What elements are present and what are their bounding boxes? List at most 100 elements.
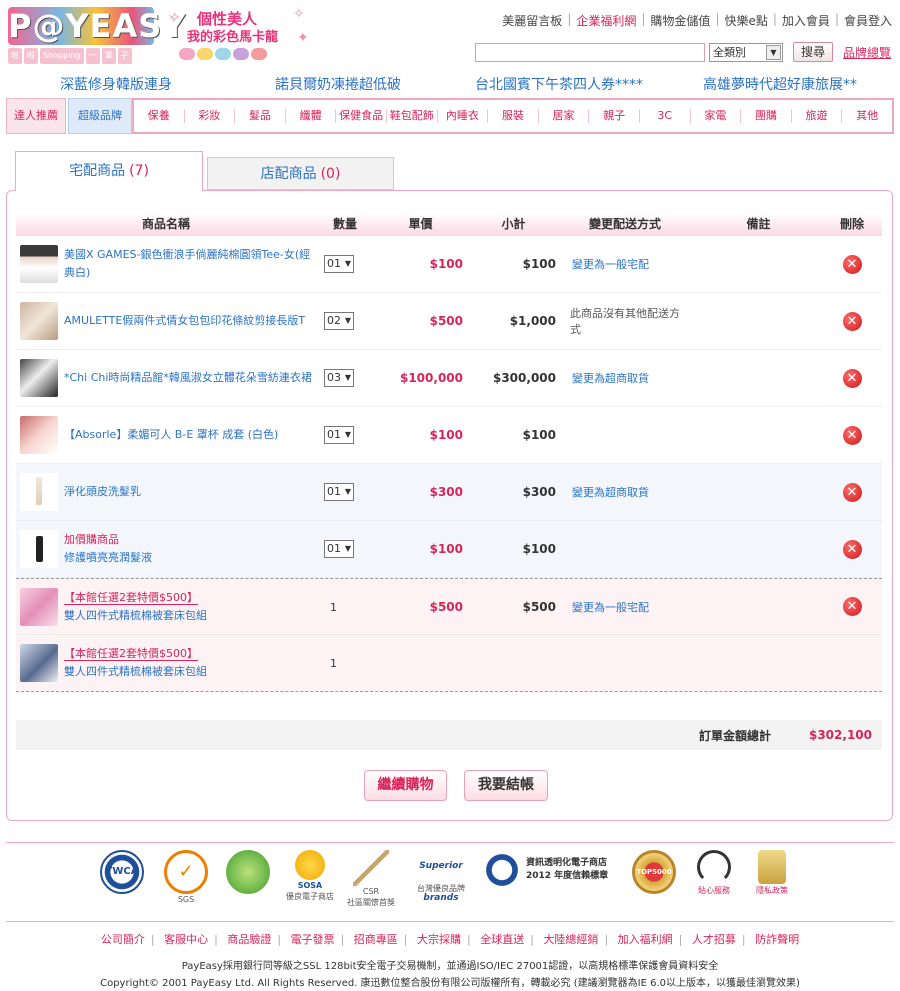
delete-icon[interactable]: ✕ xyxy=(842,368,862,388)
delete-icon[interactable]: ✕ xyxy=(842,311,862,331)
delete-icon[interactable]: ✕ xyxy=(842,254,862,274)
nav-category[interactable]: 保養 xyxy=(134,109,185,123)
link-member-login[interactable]: 會員登入 xyxy=(844,12,892,29)
bundle-promo-link[interactable]: 【本館任選2套特價$500】 xyxy=(64,647,198,661)
nav-category[interactable]: 保健食品 xyxy=(336,109,387,123)
separator: | xyxy=(530,933,534,946)
nav-category[interactable]: 團購 xyxy=(741,109,792,123)
quantity-select[interactable]: 01 ▼ xyxy=(324,255,354,273)
change-delivery-link[interactable]: 變更為超商取貨 xyxy=(560,484,690,500)
brand-overview-link[interactable]: 品牌總覽 xyxy=(843,44,891,61)
footer-link[interactable]: 大宗採購 xyxy=(417,933,461,946)
product-thumbnail[interactable] xyxy=(20,644,58,682)
bundle-promo-link[interactable]: 【本館任選2套特價$500】 xyxy=(64,590,198,605)
promo-banner[interactable]: ✧ ✧ ✦ 個性美人 我的彩色馬卡龍 xyxy=(165,4,315,66)
search-button[interactable]: 搜尋 xyxy=(793,42,834,62)
link-join-member[interactable]: 加入會員 xyxy=(782,12,830,29)
nav-category[interactable]: 內睡衣 xyxy=(438,109,489,123)
ticker-item[interactable]: 高雄夢時代超好康旅展** xyxy=(703,74,857,94)
change-delivery-link[interactable]: 變更為一般宅配 xyxy=(560,599,690,615)
change-delivery-link[interactable]: 變更為一般宅配 xyxy=(560,256,690,272)
link-happy-points[interactable]: 快樂e點 xyxy=(724,12,767,29)
nav-category[interactable]: 鞋包配飾 xyxy=(387,109,438,123)
product-name-link[interactable]: 雙人四件式精梳棉被套床包組 xyxy=(64,609,207,622)
delete-icon[interactable]: ✕ xyxy=(842,482,862,502)
product-thumbnail[interactable] xyxy=(20,587,58,626)
service-badge[interactable]: 貼心服務 xyxy=(688,850,740,896)
delete-icon[interactable]: ✕ xyxy=(842,597,862,616)
link-message-board[interactable]: 美麗留言板 xyxy=(502,12,562,29)
nav-category[interactable]: 纖體 xyxy=(286,109,337,123)
tab-home-delivery[interactable]: 宅配商品 (7) xyxy=(15,151,203,191)
footer-link[interactable]: 電子發票 xyxy=(291,933,335,946)
category-select[interactable]: 全類別 ▼ xyxy=(709,42,783,62)
link-shopping-credit[interactable]: 購物金儲值 xyxy=(650,12,710,29)
ticker-item[interactable]: 台北國賓下午茶四人券**** xyxy=(475,74,643,94)
nav-super-brand[interactable]: 超級品牌 xyxy=(68,98,132,134)
nav-category[interactable]: 居家 xyxy=(539,109,590,123)
tab-store-pickup[interactable]: 店配商品 (0) xyxy=(207,157,394,190)
product-thumbnail[interactable] xyxy=(20,245,58,283)
subtotal: $100 xyxy=(522,428,556,442)
change-delivery-link[interactable]: 變更為超商取貨 xyxy=(560,370,690,386)
quantity-select[interactable]: 01 ▼ xyxy=(324,540,354,558)
nav-category[interactable]: 服裝 xyxy=(488,109,539,123)
continue-shopping-button[interactable]: 繼續購物 xyxy=(364,770,447,801)
nav-talent-recommend[interactable]: 達人推薦 xyxy=(6,98,66,134)
superior-brands-badge[interactable]: Superior brands 台灣優良品牌 xyxy=(406,850,476,903)
search-input[interactable] xyxy=(475,42,705,62)
transparency-badge[interactable]: 資訊透明化電子商店 2012 年度信賴標章 xyxy=(482,850,632,890)
footer-link[interactable]: 大陸總經銷 xyxy=(543,933,598,946)
footer-link[interactable]: 全球直送 xyxy=(480,933,524,946)
nav-category[interactable]: 髮品 xyxy=(235,109,286,123)
nav-category[interactable]: 家電 xyxy=(691,109,742,123)
product-thumbnail[interactable] xyxy=(20,530,58,568)
quantity-select[interactable]: 03 ▼ xyxy=(324,369,354,387)
quantity-select[interactable]: 01 ▼ xyxy=(324,483,354,501)
net-integrity-badge[interactable] xyxy=(222,850,274,894)
nav-category[interactable]: 其他 xyxy=(842,109,892,123)
footer-link[interactable]: 招商專區 xyxy=(354,933,398,946)
payeasy-logo[interactable]: P@YEASY 哈 啦 Shopping 一 輩 子 xyxy=(8,7,185,65)
ticker-item[interactable]: 諾貝爾奶凍捲超低破 xyxy=(275,74,401,94)
product-name-link[interactable]: 【Absorle】柔媚可人 B-E 罩杯 成套 (白色) xyxy=(64,426,278,444)
product-thumbnail[interactable] xyxy=(20,416,58,454)
nav-category[interactable]: 彩妝 xyxy=(185,109,236,123)
product-name-link[interactable]: AMULETTE假兩件式倩女包包印花條紋剪接長版T xyxy=(64,312,305,330)
privacy-label: 隱私政策 xyxy=(756,886,788,895)
product-name-link[interactable]: 美國X GAMES-銀色衝浪手倘麗純棉圓領Tee-女(經典白) xyxy=(64,246,316,282)
order-total-bar: 訂單金額總計 $302,100 xyxy=(16,720,882,750)
footer-link[interactable]: 公司簡介 xyxy=(101,933,145,946)
product-name-link[interactable]: 雙人四件式精梳棉被套床包組 xyxy=(64,665,207,678)
superior-caption: 台灣優良品牌 xyxy=(417,884,465,893)
quantity-select[interactable]: 01 ▼ xyxy=(324,426,354,444)
nav-category[interactable]: 親子 xyxy=(589,109,640,123)
product-name-link[interactable]: 修護噴亮亮潤髮液 xyxy=(64,551,152,564)
product-name-link[interactable]: *Chi Chi時尚精品館*韓風淑女立體花朵雪紡連衣裙 xyxy=(64,369,312,387)
delete-icon[interactable]: ✕ xyxy=(842,425,862,445)
product-thumbnail[interactable] xyxy=(20,302,58,340)
unit-price: $100,000 xyxy=(399,371,463,385)
sosa-badge[interactable]: SOSA 優良電子商店 xyxy=(284,850,336,902)
link-corporate-welfare[interactable]: 企業福利網 xyxy=(576,12,636,29)
footer-link[interactable]: 人才招募 xyxy=(692,933,736,946)
footer-link[interactable]: 客服中心 xyxy=(164,933,208,946)
footer-link[interactable]: 商品驗證 xyxy=(227,933,271,946)
csr-badge[interactable]: CSR 社區關懷首獎 xyxy=(342,850,400,908)
product-thumbnail[interactable] xyxy=(20,473,58,511)
product-name-link[interactable]: 淨化頭皮洗髮乳 xyxy=(64,483,141,501)
privacy-badge[interactable]: 隱私政策 xyxy=(746,850,798,896)
top5000-badge[interactable]: TOP5000 xyxy=(626,850,682,894)
delete-cell: ✕ xyxy=(827,311,877,331)
footer-link[interactable]: 防詐聲明 xyxy=(755,933,799,946)
quantity-select[interactable]: 02 ▼ xyxy=(324,312,354,330)
nav-category[interactable]: 旅遊 xyxy=(792,109,843,123)
nav-category[interactable]: 3C xyxy=(640,109,691,123)
delete-icon[interactable]: ✕ xyxy=(842,539,862,559)
product-thumbnail[interactable] xyxy=(20,359,58,397)
sgs-badge[interactable]: ✓ SGS xyxy=(160,850,212,904)
footer-link[interactable]: 加入福利網 xyxy=(618,933,673,946)
ticker-item[interactable]: 深藍修身韓版連身 xyxy=(60,74,172,94)
twca-badge[interactable]: TWCA xyxy=(96,850,148,894)
checkout-button[interactable]: 我要結帳 xyxy=(464,770,548,801)
